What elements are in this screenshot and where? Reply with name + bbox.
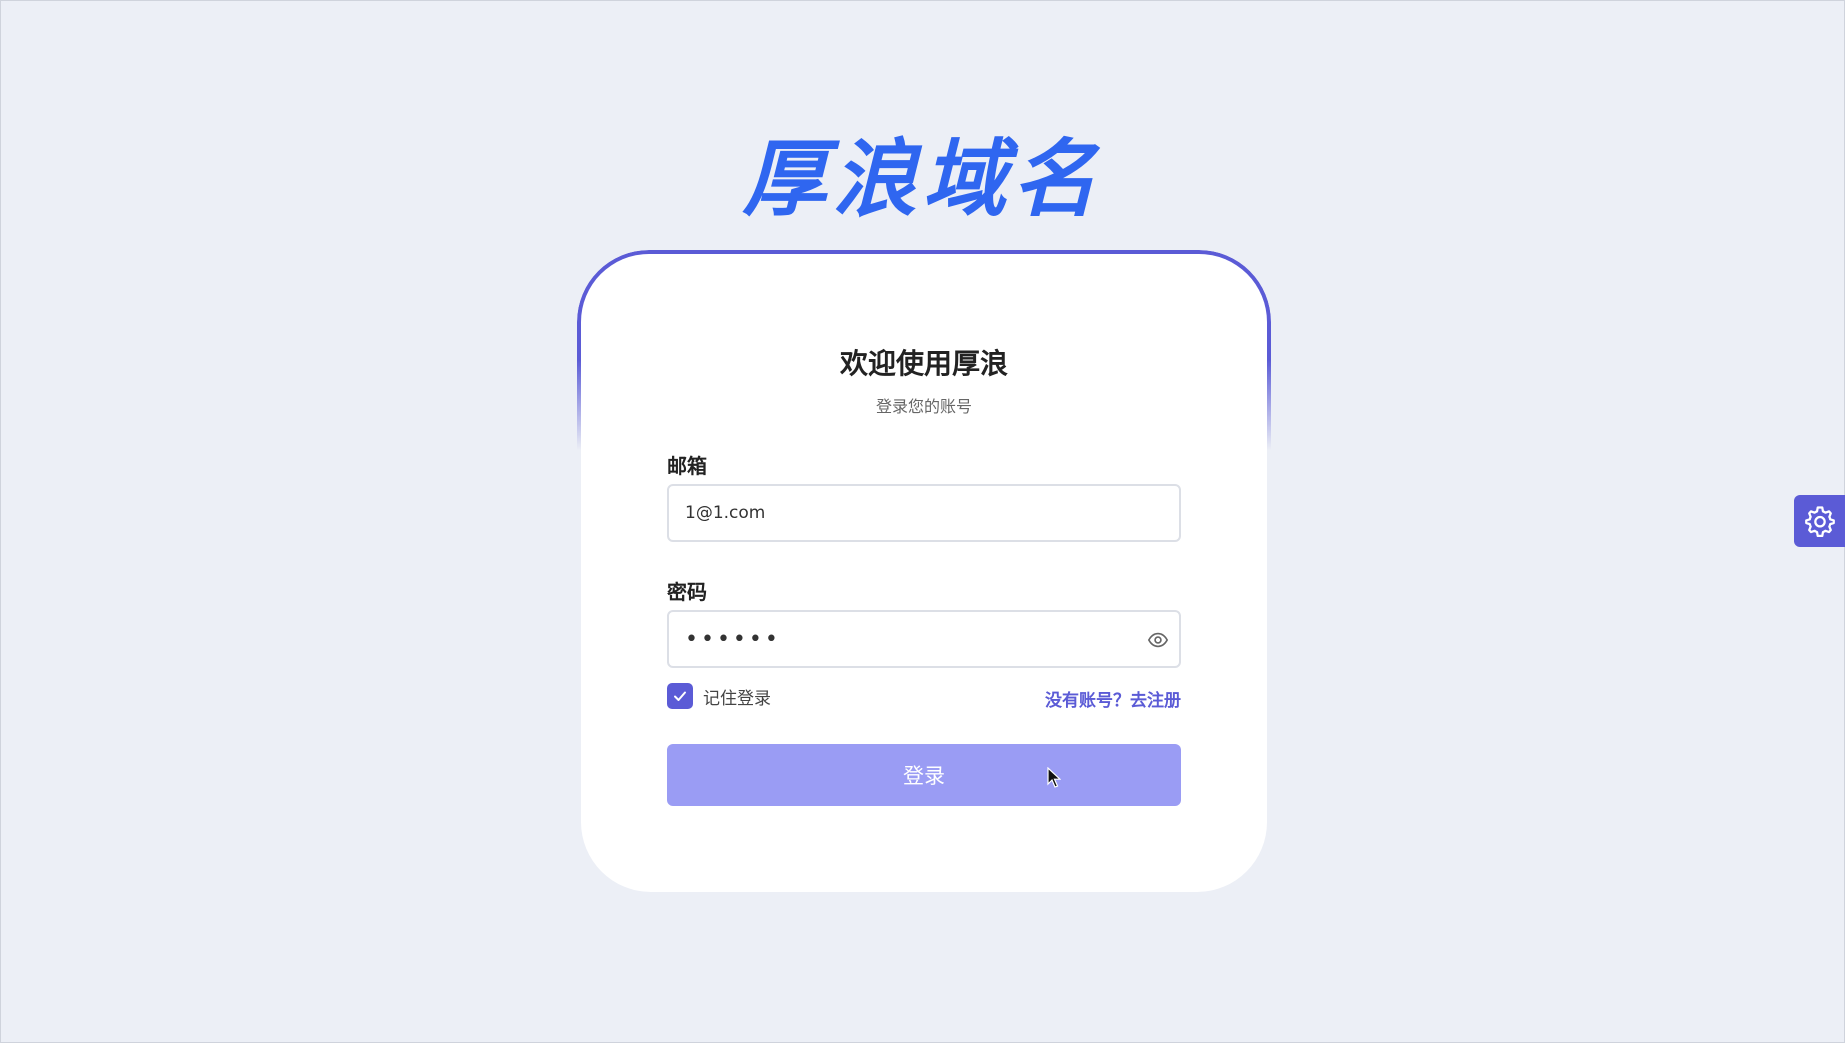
email-field-box[interactable] [667, 484, 1181, 542]
remember-login[interactable]: 记住登录 [667, 683, 771, 709]
login-subtitle: 登录您的账号 [875, 397, 972, 416]
password-label: 密码 [667, 580, 707, 604]
login-button[interactable]: 登录 [667, 744, 1181, 806]
email-field[interactable] [669, 486, 1125, 540]
email-label: 邮箱 [667, 454, 707, 478]
remember-checkbox[interactable] [667, 683, 693, 709]
settings-button[interactable] [1794, 495, 1845, 547]
register-link[interactable]: 没有账号？去注册 [1045, 686, 1181, 711]
login-page: 厚浪域名 欢迎使用厚浪 登录您的账号 邮箱 密码 记住登录 没有账号？去注册 登… [0, 0, 1845, 1043]
mouse-cursor-icon [1047, 767, 1061, 788]
login-card: 欢迎使用厚浪 登录您的账号 邮箱 密码 记住登录 没有账号？去注册 登录 [581, 250, 1267, 892]
remember-label: 记住登录 [703, 688, 771, 709]
eye-icon[interactable] [1147, 629, 1169, 651]
password-field-box[interactable] [667, 610, 1181, 668]
check-icon [674, 691, 686, 701]
gear-icon [1805, 506, 1835, 538]
welcome-heading: 欢迎使用厚浪 [839, 347, 1008, 380]
brand-title: 厚浪域名 [742, 130, 1103, 228]
password-field[interactable] [669, 612, 1125, 666]
